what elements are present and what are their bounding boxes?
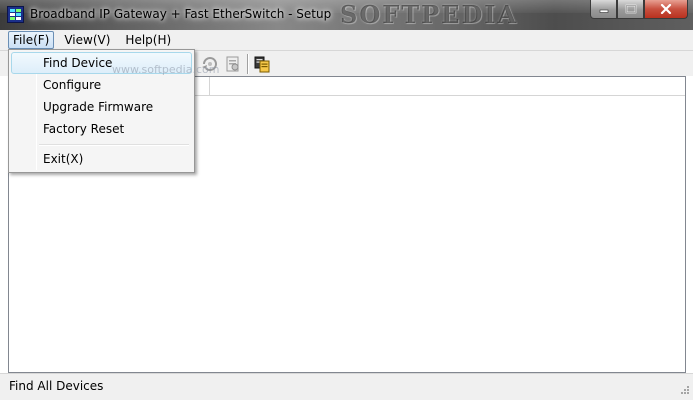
maximize-button[interactable] xyxy=(617,0,644,19)
menu-view[interactable]: View(V) xyxy=(59,31,115,49)
menu-file[interactable]: File(F) xyxy=(8,31,55,49)
menu-item-upgrade-firmware[interactable]: Upgrade Firmware xyxy=(11,96,192,118)
menu-item-label: Factory Reset xyxy=(43,122,125,136)
watermark-text: SOFTPEDIA xyxy=(340,0,519,29)
settings-page-icon[interactable] xyxy=(224,55,242,73)
menu-item-label: Exit(X) xyxy=(43,152,84,166)
menu-item-label: Upgrade Firmware xyxy=(43,100,154,114)
resize-grip-icon[interactable] xyxy=(678,385,690,397)
window-title: Broadband IP Gateway + Fast EtherSwitch … xyxy=(30,7,332,21)
caption-buttons xyxy=(590,0,688,19)
menu-bar: File(F) View(V) Help(H) xyxy=(0,30,693,51)
toolbar-separator xyxy=(247,54,249,74)
status-bar: Find All Devices xyxy=(0,373,693,400)
menu-item-configure[interactable]: Configure xyxy=(11,74,192,96)
app-network-icon xyxy=(7,6,24,23)
close-button[interactable] xyxy=(644,0,688,19)
status-text: Find All Devices xyxy=(9,379,104,393)
menu-item-label: Configure xyxy=(43,78,102,92)
file-menu-dropdown: Find Device www.softpedia.com Configure … xyxy=(8,49,219,173)
close-icon xyxy=(660,4,672,14)
minimize-icon xyxy=(599,9,608,13)
menu-item-label: Find Device xyxy=(43,56,113,70)
menu-item-exit[interactable]: Exit(X) xyxy=(11,148,192,170)
copy-devices-icon[interactable] xyxy=(253,55,271,73)
menu-item-factory-reset[interactable]: Factory Reset xyxy=(11,118,192,140)
menu-help[interactable]: Help(H) xyxy=(120,31,176,49)
menu-item-find-device[interactable]: Find Device www.softpedia.com xyxy=(11,52,219,76)
menu-separator xyxy=(39,144,189,146)
minimize-button[interactable] xyxy=(590,0,617,19)
title-bar[interactable]: Broadband IP Gateway + Fast EtherSwitch … xyxy=(0,0,693,30)
maximize-icon xyxy=(625,4,636,14)
